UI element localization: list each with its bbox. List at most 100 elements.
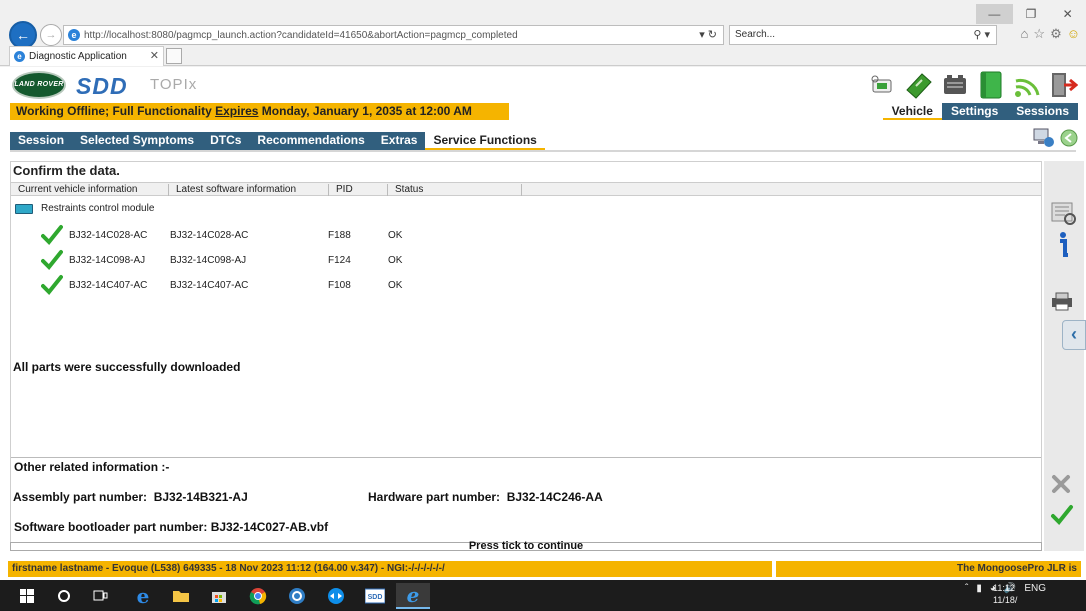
refresh-icon[interactable]: ▾ ↻ — [699, 28, 717, 41]
wifi-signal-icon[interactable] — [1012, 69, 1042, 101]
app-blue-circle-icon[interactable] — [280, 583, 314, 609]
favorites-star-icon[interactable]: ☆ — [1033, 26, 1045, 42]
back-button[interactable]: ← — [9, 21, 37, 49]
task-view-icon[interactable] — [84, 583, 118, 609]
browser-toolbar-icons: ⌂ ☆ ⚙ ☺ — [1021, 26, 1080, 42]
cell-status: OK — [388, 230, 403, 241]
ie-page-icon: e — [68, 29, 80, 41]
column-status[interactable]: Status — [388, 184, 522, 196]
green-back-icon[interactable] — [1060, 129, 1078, 147]
status-suffix: Monday, January 1, 2035 at 12:00 AM — [258, 104, 472, 118]
status-expires-link[interactable]: Expires — [215, 104, 258, 118]
sdd-logo: SDD — [76, 73, 128, 99]
browser-titlebar: — ❐ ✕ ← → e http://localhost:8080/pagmcp… — [0, 0, 1086, 49]
tab-session[interactable]: Session — [10, 132, 72, 150]
tab-recommendations[interactable]: Recommendations — [249, 132, 372, 150]
browser-window: — ❐ ✕ ← → e http://localhost:8080/pagmcp… — [0, 0, 1086, 580]
sdd-application: LAND ROVER SDD TOPIx Working Offline; Fu… — [0, 67, 1086, 580]
tab-selected-symptoms[interactable]: Selected Symptoms — [72, 132, 202, 150]
start-windows-icon[interactable] — [10, 583, 44, 609]
column-pid[interactable]: PID — [329, 184, 388, 196]
cell-current: BJ32-14C098-AJ — [69, 255, 146, 266]
check-icon — [41, 225, 63, 245]
bootloader-part-number: Software bootloader part number: BJ32-14… — [14, 520, 328, 534]
continue-tick-icon[interactable] — [1050, 503, 1074, 527]
teamviewer-icon[interactable] — [319, 583, 353, 609]
land-rover-logo-text: LAND ROVER — [14, 81, 64, 88]
tab-dtcs[interactable]: DTCs — [202, 132, 249, 150]
gear-icon[interactable]: ⚙ — [1050, 26, 1062, 42]
tab-vehicle[interactable]: Vehicle — [882, 103, 942, 120]
module-icon — [15, 203, 33, 214]
close-window-button[interactable]: ✕ — [1049, 4, 1086, 24]
column-current-vehicle[interactable]: Current vehicle information — [11, 184, 169, 196]
other-info-title: Other related information :- — [14, 460, 170, 474]
chevron-up-icon[interactable]: ˆ — [965, 583, 968, 594]
success-message: All parts were successfully downloaded — [13, 360, 241, 374]
info-icon[interactable] — [1053, 231, 1073, 259]
sub-navigation: Session Selected Symptoms DTCs Recommend… — [10, 132, 545, 150]
exit-door-icon[interactable] — [1048, 69, 1078, 101]
tab-settings[interactable]: Settings — [941, 103, 1008, 120]
tab-close-icon[interactable]: ✕ — [150, 49, 159, 62]
hardware-part-number: Hardware part number: BJ32-14C246-AA — [368, 490, 603, 504]
app-footer: firstname lastname - Evoque (L538) 64933… — [0, 560, 1086, 579]
new-tab-button[interactable] — [166, 48, 182, 64]
chrome-icon[interactable] — [241, 583, 275, 609]
module-name: Restraints control module — [41, 203, 155, 214]
cortana-circle-icon[interactable] — [47, 583, 81, 609]
restore-button[interactable]: ❐ — [1013, 4, 1050, 24]
minimize-button[interactable]: — — [976, 4, 1013, 24]
feedback-smiley-icon[interactable]: ☺ — [1067, 26, 1080, 42]
battery-icon[interactable]: ▮ — [976, 583, 982, 594]
notebook-icon[interactable] — [976, 69, 1006, 101]
file-explorer-icon[interactable] — [164, 583, 198, 609]
cell-pid: F124 — [328, 255, 351, 266]
cell-pid: F188 — [328, 230, 351, 241]
device-status: The MongoosePro JLR is — [776, 561, 1081, 577]
table-header: Current vehicle information Latest softw… — [11, 182, 1041, 196]
battery-charge-icon[interactable] — [904, 69, 934, 101]
license-status-bar: Working Offline; Full Functionality Expi… — [10, 103, 509, 120]
cell-latest: BJ32-14C028-AC — [170, 230, 249, 241]
search-input[interactable]: Search... ⚲ ▾ — [729, 25, 997, 45]
sdd-taskbar-icon[interactable]: SDD — [358, 583, 392, 609]
store-icon[interactable] — [202, 583, 236, 609]
module-row: Restraints control module — [15, 203, 154, 214]
forward-button[interactable]: → — [40, 24, 62, 46]
check-icon — [41, 275, 63, 295]
column-latest-software[interactable]: Latest software information — [169, 184, 329, 196]
home-icon[interactable]: ⌂ — [1021, 26, 1029, 42]
assembly-label: Assembly part number: — [13, 490, 148, 504]
bootloader-value: BJ32-14C027-AB.vbf — [210, 520, 329, 534]
cancel-x-icon[interactable] — [1050, 473, 1072, 495]
edge-icon[interactable]: e — [126, 583, 160, 609]
tab-sessions[interactable]: Sessions — [1007, 103, 1078, 120]
tab-service-functions[interactable]: Service Functions — [425, 132, 545, 150]
tab-strip: e Diagnostic Application ✕ — [0, 46, 1086, 66]
window-controls: — ❐ ✕ — [976, 4, 1086, 24]
address-url: http://localhost:8080/pagmcp_launch.acti… — [84, 29, 518, 41]
press-tick-instruction: Press tick to continue — [468, 540, 584, 552]
tab-diagnostic-application[interactable]: e Diagnostic Application ✕ — [9, 46, 164, 66]
diagram-zoom-icon[interactable] — [1050, 201, 1078, 227]
language-indicator[interactable]: ENG — [1024, 583, 1046, 594]
system-clock[interactable]: 11:12 11/18/ — [993, 582, 1017, 606]
panel-collapse-icon[interactable]: ‹ — [1062, 320, 1086, 350]
windows-taskbar: e SDD e ˆ ▮ ◕ 🔊 ENG 11:12 11/18/ — [0, 580, 1086, 611]
battery-monitor-icon[interactable] — [940, 69, 970, 101]
ie-tab-icon: e — [14, 51, 25, 62]
bootloader-label: Software bootloader part number: — [14, 520, 208, 534]
topix-logo: TOPIx — [150, 76, 198, 93]
vci-connection-icon[interactable] — [868, 69, 898, 101]
cell-current: BJ32-14C407-AC — [69, 280, 148, 291]
tab-extras[interactable]: Extras — [373, 132, 426, 150]
cell-latest: BJ32-14C407-AC — [170, 280, 249, 291]
print-icon[interactable] — [1050, 291, 1074, 311]
computer-help-icon[interactable] — [1032, 126, 1056, 150]
tab-title: Diagnostic Application — [29, 51, 127, 62]
right-header-icons — [1032, 126, 1078, 150]
address-bar[interactable]: e http://localhost:8080/pagmcp_launch.ac… — [63, 25, 724, 45]
internet-explorer-icon[interactable]: e — [396, 583, 430, 609]
search-icon[interactable]: ⚲ ▾ — [973, 28, 990, 41]
